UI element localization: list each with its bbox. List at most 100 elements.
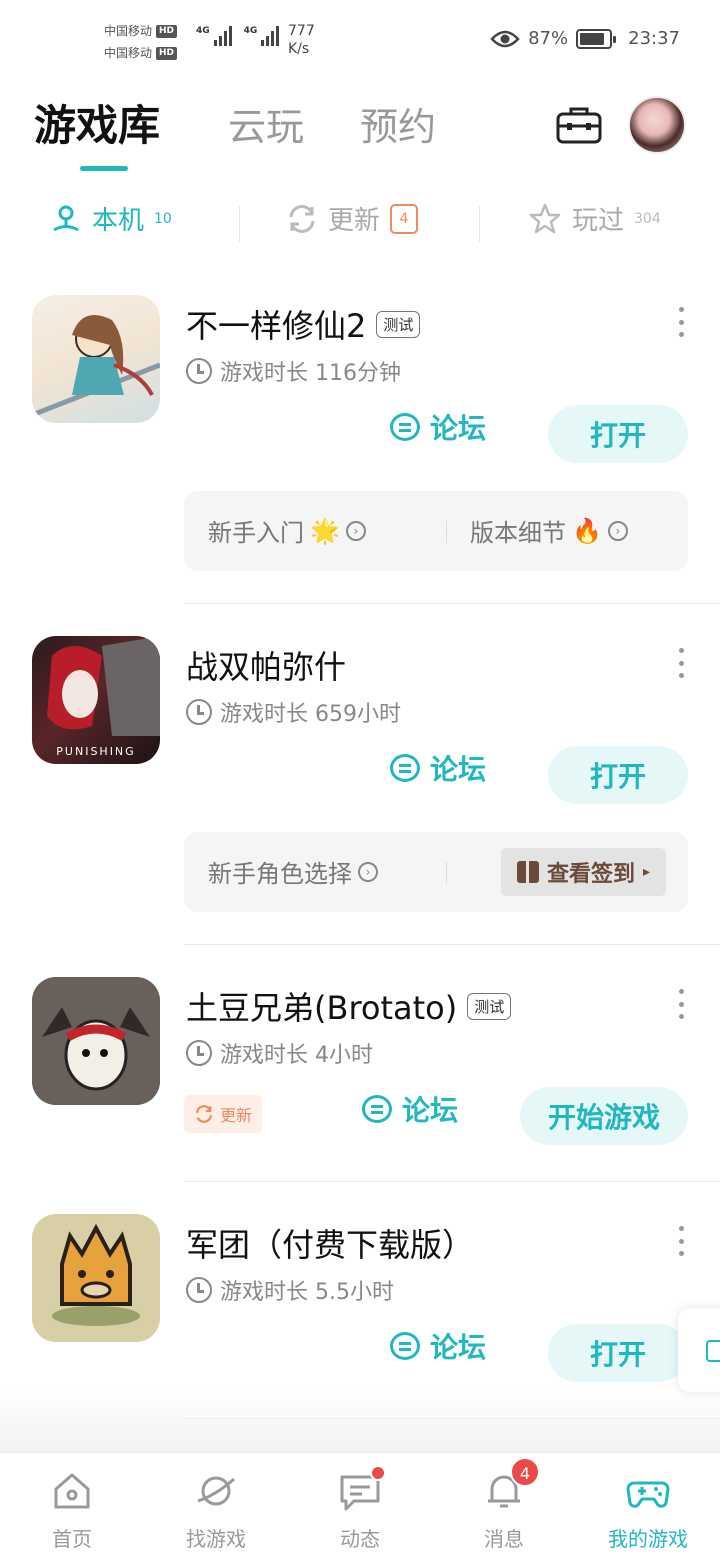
subtab-played[interactable]: 玩过 304 [528, 200, 661, 237]
view-signin-button[interactable]: 查看签到 ▸ [500, 848, 666, 896]
chevron-right-icon: › [607, 520, 628, 541]
hd-icon: HD [156, 24, 178, 38]
status-bar: 中国移动 HD 中国移动 HD 4G 4G 777 K/s 87% 23:37 [0, 0, 720, 80]
person-pin-icon [53, 205, 79, 231]
chevron-right-icon: › [345, 520, 366, 541]
forum-icon [390, 1332, 420, 1360]
divider [446, 521, 447, 543]
forum-icon [390, 754, 420, 782]
open-button[interactable]: 打开 [548, 746, 688, 804]
more-options-icon[interactable] [676, 307, 686, 337]
game-title[interactable]: 不一样修仙2 测试 [186, 301, 421, 347]
game-title[interactable]: 土豆兄弟(Brotato) 测试 [186, 983, 512, 1029]
more-options-icon[interactable] [676, 989, 686, 1019]
start-game-button[interactable]: 开始游戏 [520, 1087, 688, 1145]
subtab-count: 304 [634, 210, 661, 227]
divider [184, 603, 720, 604]
gift-icon [516, 861, 539, 883]
clock-icon [186, 358, 212, 384]
divider [184, 944, 720, 945]
signal-icon: 4G 4G [196, 26, 289, 46]
planet-icon [197, 1476, 235, 1506]
subtab-label: 玩过 [572, 206, 625, 236]
game-icon[interactable] [32, 977, 160, 1105]
game-icon[interactable]: PUNISHING [32, 636, 160, 764]
subtab-label: 本机 [92, 206, 145, 236]
caret-right-icon: ▸ [642, 864, 650, 880]
battery-percent: 87% [528, 28, 569, 49]
nav-find-games[interactable]: 找游戏 [156, 1469, 276, 1552]
tab-cloud-play[interactable]: 云玩 [228, 96, 304, 151]
clock-time: 23:37 [628, 28, 680, 49]
playtime: 游戏时长 4小时 [186, 1037, 373, 1069]
hd-icon: HD [156, 46, 178, 60]
game-title[interactable]: 战双帕弥什 [186, 642, 346, 688]
home-icon [54, 1473, 90, 1509]
avatar[interactable] [628, 96, 686, 154]
divider [239, 206, 240, 242]
forum-button[interactable]: 论坛 [390, 407, 486, 447]
toolbox-icon[interactable] [556, 106, 602, 144]
update-button[interactable]: 更新 [184, 1095, 263, 1133]
notification-dot [370, 1465, 386, 1481]
game-art [32, 315, 160, 418]
tab-game-library[interactable]: 游戏库 [34, 92, 160, 153]
subtab-updates[interactable]: 更新 4 [286, 200, 419, 237]
game-title[interactable]: 军团（付费下载版） [186, 1220, 474, 1266]
forum-button[interactable]: 论坛 [390, 1326, 486, 1366]
tab-reservation[interactable]: 预约 [360, 96, 436, 151]
battery-icon [576, 28, 617, 49]
game-icon[interactable] [32, 1214, 160, 1342]
bottom-nav: 首页 找游戏 动态 4 消息 我的游戏 [0, 1452, 720, 1560]
clock-icon [186, 1277, 212, 1303]
subtab-local[interactable]: 本机 10 [50, 200, 172, 237]
forum-button[interactable]: 论坛 [362, 1089, 458, 1129]
star-emoji-icon: 🌟 [310, 516, 340, 545]
clock-icon [186, 1040, 212, 1066]
update-count-badge: 4 [390, 203, 419, 234]
more-options-icon[interactable] [676, 648, 686, 678]
star-icon [529, 203, 561, 233]
subtab-count: 10 [154, 210, 172, 227]
refresh-icon [196, 1105, 212, 1123]
subtab-label: 更新 [328, 206, 381, 236]
panel-link-beginner[interactable]: 新手入门 🌟 › [208, 513, 366, 548]
nav-messages[interactable]: 4 消息 [444, 1457, 564, 1552]
divider [446, 862, 447, 884]
test-tag: 测试 [467, 992, 512, 1020]
floating-side-tab[interactable] [678, 1308, 720, 1392]
info-panel: 新手入门 🌟 › 版本细节 🔥 › [184, 491, 688, 571]
panel-link-character[interactable]: 新手角色选择 › [208, 854, 378, 889]
tab-active-indicator [80, 166, 128, 171]
refresh-icon [289, 204, 315, 233]
nav-feed[interactable]: 动态 [300, 1465, 420, 1552]
open-button[interactable]: 打开 [548, 405, 688, 463]
open-button[interactable]: 打开 [548, 1324, 688, 1382]
subtab-bar: 本机 10 更新 4 玩过 304 [0, 190, 720, 256]
download-icon [706, 1340, 720, 1362]
playtime: 游戏时长 116分钟 [186, 355, 401, 387]
nav-my-games[interactable]: 我的游戏 [588, 1469, 708, 1552]
game-icon-label: PUNISHING [56, 745, 136, 758]
message-count-badge: 4 [510, 1457, 540, 1487]
game-icon[interactable] [32, 295, 160, 423]
divider [184, 1181, 720, 1182]
carrier-label: 中国移动 [104, 24, 153, 38]
panel-link-version[interactable]: 版本细节 🔥 › [470, 513, 628, 548]
playtime: 游戏时长 659小时 [186, 696, 401, 728]
info-panel: 新手角色选择 › 查看签到 ▸ [184, 832, 688, 912]
playtime: 游戏时长 5.5小时 [186, 1274, 394, 1306]
fire-emoji-icon: 🔥 [572, 516, 602, 545]
chevron-right-icon: › [358, 861, 378, 882]
eye-icon [490, 30, 520, 47]
forum-icon [362, 1095, 392, 1123]
carrier-info: 中国移动 HD 中国移动 HD [104, 20, 178, 64]
top-header: 游戏库 云玩 预约 [0, 80, 720, 180]
gamepad-icon [626, 1481, 670, 1508]
forum-button[interactable]: 论坛 [390, 748, 486, 788]
nav-home[interactable]: 首页 [12, 1469, 132, 1552]
status-right: 87% 23:37 [490, 28, 680, 49]
game-art [52, 1223, 140, 1326]
carrier-label: 中国移动 [104, 46, 153, 60]
more-options-icon[interactable] [676, 1226, 686, 1256]
